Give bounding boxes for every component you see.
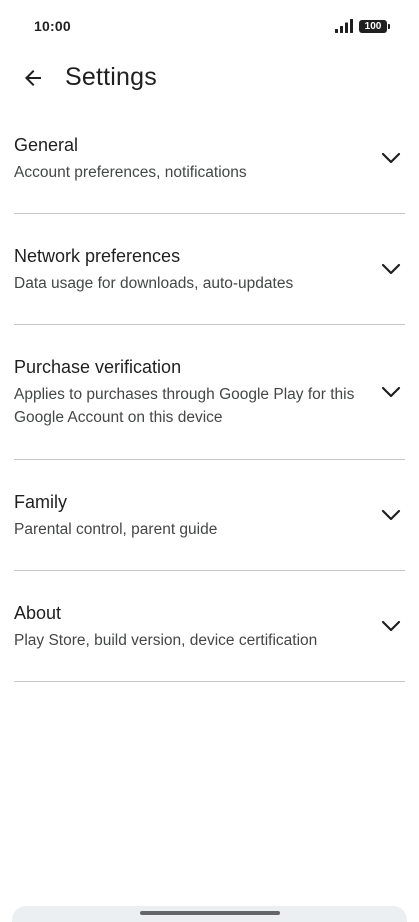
settings-item-text: Network preferences Data usage for downl… xyxy=(14,244,405,295)
chevron-down-icon[interactable] xyxy=(381,618,401,634)
settings-item-title: Family xyxy=(14,491,67,512)
settings-item-title: Network preferences xyxy=(14,245,181,266)
settings-item-subtitle: Data usage for downloads, auto-updates xyxy=(14,274,294,292)
settings-item-text: About Play Store, build version, device … xyxy=(14,601,405,652)
status-time: 10:00 xyxy=(34,18,71,34)
settings-item-about[interactable]: About Play Store, build version, device … xyxy=(0,571,419,681)
settings-item-subtitle: Play Store, build version, device certif… xyxy=(14,631,318,649)
settings-item-text: Purchase verification Applies to purchas… xyxy=(14,355,405,429)
settings-item-text: Family Parental control, parent guide xyxy=(14,490,405,541)
settings-item-subtitle: Applies to purchases through Google Play… xyxy=(14,386,355,426)
chevron-down-icon[interactable] xyxy=(381,384,401,400)
settings-item-family[interactable]: Family Parental control, parent guide xyxy=(0,460,419,570)
settings-item-title: Purchase verification xyxy=(14,357,182,377)
chevron-down-icon[interactable] xyxy=(381,507,401,523)
settings-item-title: General xyxy=(14,134,79,155)
settings-item-subtitle: Account preferences, notifications xyxy=(14,163,247,181)
chevron-down-icon[interactable] xyxy=(381,150,401,166)
settings-list: General Account preferences, notificatio… xyxy=(0,103,419,682)
battery-indicator: 100 xyxy=(359,19,390,33)
page-title: Settings xyxy=(65,63,157,91)
settings-item-text: General Account preferences, notificatio… xyxy=(14,133,405,184)
settings-item-title: About xyxy=(14,602,62,623)
settings-item-network-preferences[interactable]: Network preferences Data usage for downl… xyxy=(0,214,419,324)
settings-item-general[interactable]: General Account preferences, notificatio… xyxy=(0,103,419,213)
gesture-bar xyxy=(12,906,407,922)
divider xyxy=(14,681,405,682)
signal-bars-icon xyxy=(335,19,353,33)
status-icons: 100 xyxy=(335,18,390,34)
app-bar: Settings xyxy=(0,56,419,102)
status-bar: 10:00 100 xyxy=(0,0,419,52)
chevron-down-icon[interactable] xyxy=(381,261,401,277)
settings-item-subtitle: Parental control, parent guide xyxy=(14,520,218,538)
settings-item-purchase-verification[interactable]: Purchase verification Applies to purchas… xyxy=(0,325,419,459)
home-indicator[interactable] xyxy=(139,911,280,915)
arrow-back-icon xyxy=(25,70,41,86)
back-button[interactable] xyxy=(20,65,46,91)
